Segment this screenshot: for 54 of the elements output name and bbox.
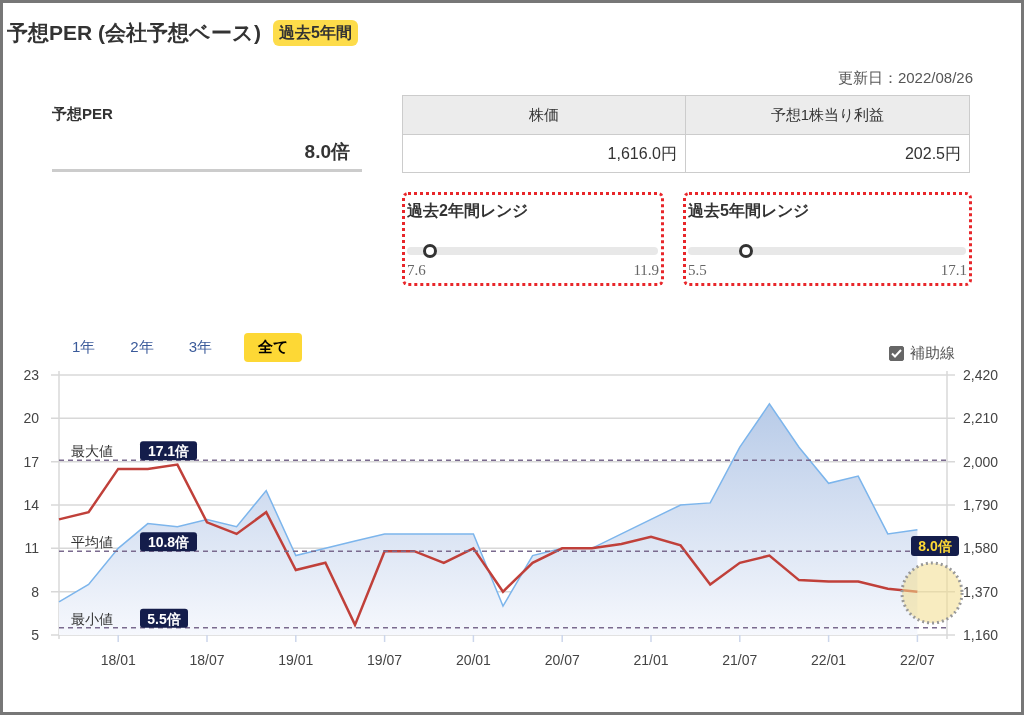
range-min: 5.5	[688, 261, 707, 280]
axis-tick-label: 1,160	[963, 626, 999, 643]
axis-tick-label: 1,790	[963, 496, 999, 513]
highlight-circle	[900, 561, 964, 624]
range-min: 7.6	[407, 261, 426, 280]
page-title: 予想PER (会社予想ベース)	[7, 20, 261, 46]
axis-tick-label: 20	[23, 409, 39, 426]
axis-tick-label: 20/01	[455, 651, 491, 668]
guide-line-label: 補助線	[910, 343, 955, 363]
axis-tick-label: 19/01	[278, 651, 314, 668]
period-tab[interactable]: 3年	[185, 332, 216, 362]
axis-tick-label: 21/01	[633, 651, 669, 668]
updated-date: 更新日：2022/08/26	[837, 67, 973, 88]
period-tab[interactable]: 全て	[244, 332, 303, 362]
axis-tick-label: 11	[24, 539, 39, 556]
reference-label: 最小値	[71, 610, 113, 627]
table-header-cell: 予想1株当り利益	[686, 96, 969, 135]
value-badge: 17.1倍	[140, 440, 197, 460]
axis-tick-label: 23	[23, 366, 39, 383]
table-cell-text: 202.5円	[903, 143, 962, 164]
ref-line-label: 5.5倍	[147, 610, 181, 627]
axis-tick-label: 2,000	[963, 453, 999, 470]
axis-tick-label: 1,580	[963, 539, 999, 556]
axis-tick-label: 22/07	[899, 651, 935, 668]
current-value-badge: 8.0倍	[911, 535, 959, 556]
table-cell: 1,616.0円	[403, 135, 686, 172]
axis-tick-label: 19/07	[367, 651, 403, 668]
period-tab[interactable]: 1年	[69, 332, 99, 362]
reference-label: 平均値	[71, 533, 113, 550]
ref-line-label: 17.1倍	[147, 442, 190, 459]
axis-tick-label: 20/07	[544, 651, 580, 668]
period-tab[interactable]: 2年	[127, 332, 157, 362]
axis-tick-label: 22/01	[811, 651, 847, 668]
axis-tick-label: 18/01	[100, 651, 136, 668]
table-header-cell: 株価	[403, 96, 686, 135]
range-title: 過去5年間レンジ	[688, 201, 810, 221]
axis-tick-label: 8	[31, 583, 39, 600]
range-max: 11.9	[633, 261, 660, 280]
axis-tick-label: 18/07	[189, 651, 225, 668]
period-badge: 過去5年間	[273, 19, 358, 46]
axis-tick-label: 17	[23, 453, 39, 470]
range-max: 17.1	[940, 261, 967, 280]
axis-tick-label: 2,420	[963, 366, 999, 383]
reference-label: 最大値	[71, 442, 113, 459]
guide-line-checkbox[interactable]	[889, 345, 904, 361]
axis-tick-label: 21/07	[722, 651, 758, 668]
axis-tick-label: 2,210	[963, 409, 999, 426]
axis-tick-label: 1,370	[963, 583, 999, 600]
axis-tick-label: 14	[23, 496, 39, 513]
per-label: 予想PER	[52, 104, 114, 124]
per-value: 8.0倍	[304, 139, 350, 164]
range-title: 過去2年間レンジ	[407, 201, 529, 221]
axis-tick-label: 5	[31, 626, 39, 643]
ref-line-label: 10.8倍	[147, 533, 190, 550]
